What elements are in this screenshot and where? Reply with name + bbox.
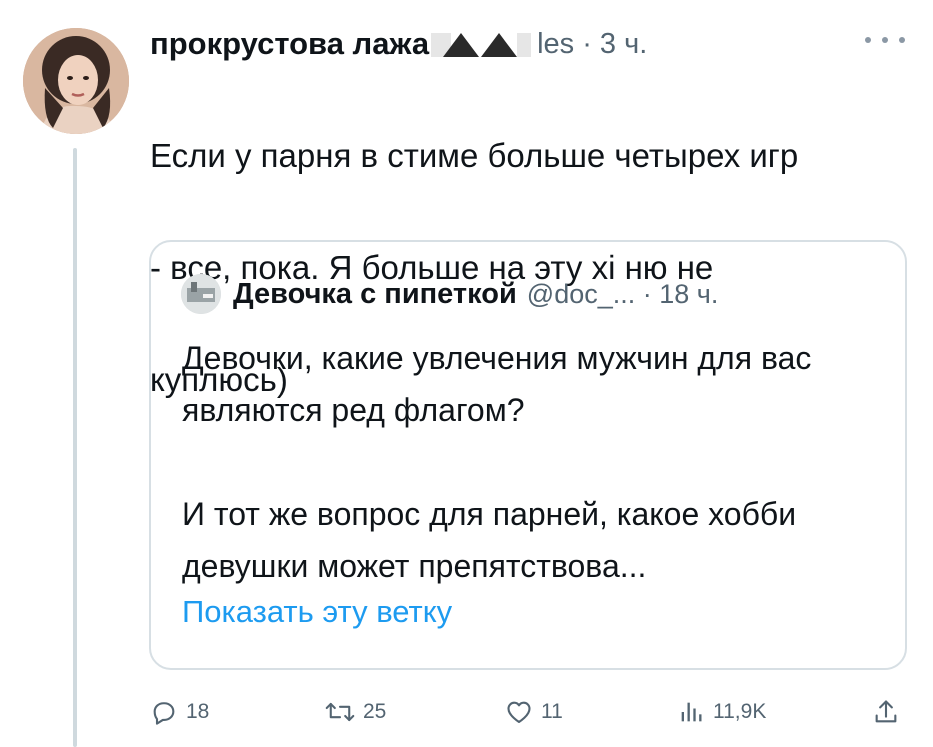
retweet-button[interactable]: 25 <box>325 690 386 734</box>
action-bar: 18 25 11 11,9K <box>150 690 912 734</box>
quote-author-name: Девочка с пипеткой <box>233 277 517 310</box>
retweet-count: 25 <box>363 700 387 723</box>
share-icon <box>872 698 900 726</box>
quote-handle-time: @doc_... · 18 ч. <box>526 278 719 309</box>
like-count: 11 <box>541 700 563 723</box>
quote-tweet-card[interactable]: Девочка с пипеткой @doc_... · 18 ч. Дево… <box>149 240 907 670</box>
quote-text: Девочки, какие увлечения мужчин для вас … <box>182 332 882 592</box>
retweet-icon <box>325 698 355 726</box>
tweet-header: прокрустова лажа les · 3 ч. <box>150 18 647 70</box>
author-name[interactable]: прокрустова лажа <box>150 26 429 62</box>
quote-paragraph: Девочки, какие увлечения мужчин для вас … <box>182 340 812 428</box>
avatar[interactable] <box>23 28 129 134</box>
views-count: 11,9K <box>713 700 767 723</box>
author-handle-time[interactable]: les · 3 ч. <box>537 28 647 61</box>
views-icon <box>677 698 705 726</box>
show-thread-link[interactable]: Показать эту ветку <box>182 594 452 630</box>
quote-paragraph: И тот же вопрос для парней, какое хобби … <box>182 496 797 584</box>
reply-button[interactable]: 18 <box>150 690 209 734</box>
more-icon[interactable] <box>865 30 905 50</box>
views-button[interactable]: 11,9K <box>677 690 766 734</box>
quote-header: Девочка с пипеткой @doc_... · 18 ч. <box>181 272 718 316</box>
quote-avatar <box>181 274 221 314</box>
like-icon <box>505 698 533 726</box>
thread-line <box>73 148 77 747</box>
reply-count: 18 <box>186 700 210 723</box>
tweet-text-line: Если у парня в стиме больше четырех игр <box>150 137 799 174</box>
reply-icon <box>150 698 178 726</box>
triangle-emoji-icon <box>431 29 532 59</box>
tweet[interactable]: прокрустова лажа les · 3 ч. Если у парня… <box>0 0 933 747</box>
share-button[interactable] <box>872 690 900 734</box>
like-button[interactable]: 11 <box>505 690 563 734</box>
